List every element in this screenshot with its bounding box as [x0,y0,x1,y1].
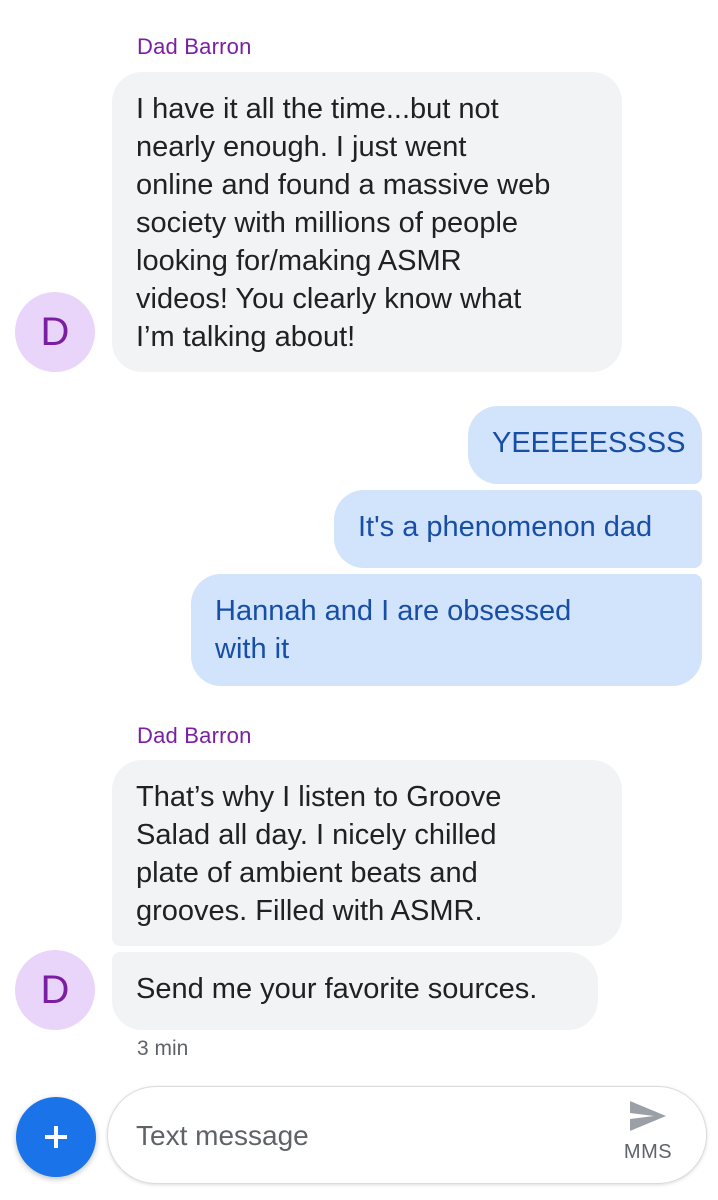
plus-icon [45,1126,67,1148]
incoming-message-bubble[interactable]: That’s why I listen to Groove Salad all … [112,760,622,946]
incoming-message-bubble[interactable]: Send me your favorite sources. [112,952,598,1030]
contact-avatar[interactable]: D [15,292,95,372]
send-icon [630,1101,666,1131]
add-attachment-button[interactable] [16,1097,96,1177]
mms-label: MMS [623,1141,673,1163]
incoming-message-bubble[interactable]: I have it all the time...but not nearly … [112,72,622,372]
outgoing-message-bubble[interactable]: YEEEEESSSS [468,406,702,484]
avatar-letter: D [40,309,70,354]
message-input[interactable] [136,1087,596,1185]
contact-avatar[interactable]: D [15,950,95,1030]
message-timestamp: 3 min [137,1037,189,1060]
sender-name: Dad Barron [137,34,252,59]
avatar-letter: D [40,967,70,1012]
outgoing-message-bubble[interactable]: It's a phenomenon dad [334,490,702,568]
compose-bar: MMS [107,1086,707,1185]
sender-name: Dad Barron [137,723,252,748]
outgoing-message-bubble[interactable]: Hannah and I are obsessed with it [191,574,702,686]
send-button[interactable]: MMS [608,1099,688,1173]
